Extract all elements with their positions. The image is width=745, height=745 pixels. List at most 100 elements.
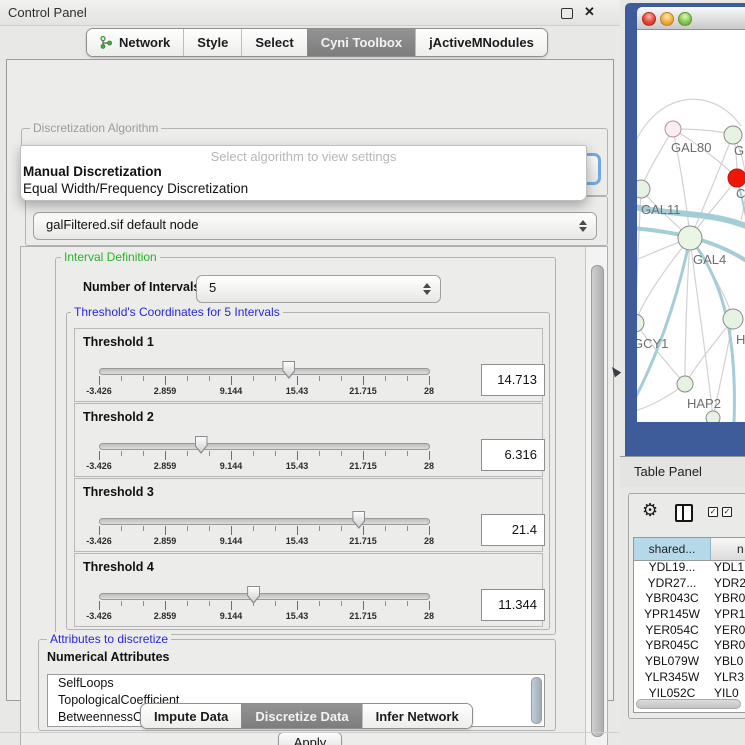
column-header-shared-name[interactable]: shared... [634, 538, 711, 560]
node-gcy1[interactable] [637, 314, 644, 332]
discretization-algorithm-title: Discretization Algorithm [30, 121, 161, 135]
tab-select[interactable]: Select [241, 29, 306, 56]
table-row[interactable]: YER054CYER0 [634, 623, 745, 639]
node[interactable] [706, 411, 720, 422]
divider [0, 732, 620, 733]
cell[interactable]: YDR27... [634, 576, 710, 592]
table-row[interactable]: YBR043CYBR0 [634, 591, 745, 607]
cell[interactable]: YDL1 [714, 560, 745, 576]
threshold-1-panel: Threshold 1 -3.426 2.859 9.144 15.43 21.… [74, 328, 543, 402]
tick-label: 2.859 [154, 461, 177, 471]
horizontal-scrollbar[interactable] [636, 699, 741, 709]
threshold-3-value-field[interactable]: 21.4 [481, 514, 545, 546]
combo-spinner-icon [423, 283, 431, 295]
table-row[interactable]: YLR345WYLR3 [634, 670, 745, 686]
checkbox-icon[interactable]: ✓ [708, 507, 718, 517]
threshold-coordinates-title: Threshold's Coordinates for 5 Intervals [71, 305, 283, 319]
threshold-2-panel: Threshold 2 -3.426 2.859 9.144 15.43 21.… [74, 403, 543, 477]
label-gal11: GAL11 [641, 202, 681, 217]
table-data-combobox[interactable]: galFiltered.sif default node [33, 212, 597, 240]
list-item[interactable]: SelfLoops [48, 675, 544, 692]
cell[interactable]: YPR1 [714, 607, 745, 623]
tab-infer-network[interactable]: Infer Network [362, 704, 472, 728]
tick-label: 21.715 [349, 461, 377, 471]
cell[interactable]: YBR043C [634, 591, 710, 607]
tick-label: 28 [424, 611, 434, 621]
cell[interactable]: YDL19... [634, 560, 710, 576]
cell[interactable]: YLR345W [634, 670, 710, 686]
cell[interactable]: YBL0 [714, 654, 745, 670]
apply-button[interactable]: Apply [278, 732, 342, 745]
zoom-traffic-light-icon[interactable] [678, 12, 692, 26]
network-canvas[interactable]: GAL80 G C GAL11 GAL4 GCY1 H HAP2 [637, 30, 745, 422]
network-window-titlebar[interactable] [637, 7, 745, 30]
threshold-1-slider-track[interactable] [99, 368, 430, 375]
cell[interactable]: YPR145W [634, 607, 710, 623]
attributes-group-title: Attributes to discretize [47, 632, 171, 646]
tab-network[interactable]: Network [87, 29, 183, 56]
vertical-scrollbar[interactable] [585, 247, 607, 745]
scrollbar-thumb[interactable] [591, 265, 604, 737]
checkbox-icon[interactable]: ✓ [722, 507, 732, 517]
threshold-3-panel: Threshold 3 -3.426 2.859 9.144 15.43 21.… [74, 478, 543, 552]
node-selected-red[interactable] [728, 169, 745, 187]
list-scrollbar[interactable] [531, 677, 542, 724]
threshold-1-value-field[interactable]: 14.713 [481, 364, 545, 396]
algorithm-option-equal-width[interactable]: Equal Width/Frequency Discretization [23, 181, 248, 196]
gear-icon[interactable]: ⚙ [642, 500, 658, 521]
minimize-traffic-light-icon[interactable] [660, 12, 674, 26]
algorithm-option-manual[interactable]: Manual Discretization [23, 164, 162, 179]
cell[interactable]: YBL079W [634, 654, 710, 670]
threshold-2-value-field[interactable]: 6.316 [481, 439, 545, 471]
node-gal11[interactable] [637, 180, 650, 198]
threshold-2-slider-track[interactable] [99, 443, 430, 450]
number-of-intervals-combobox[interactable]: 5 [196, 275, 441, 303]
tab-style[interactable]: Style [183, 29, 241, 56]
threshold-4-slider-track[interactable] [99, 593, 430, 600]
tab-discretize-data[interactable]: Discretize Data [241, 704, 361, 728]
cell[interactable]: YER054C [634, 623, 710, 639]
network-graph: GAL80 G C GAL11 GAL4 GCY1 H HAP2 [637, 30, 745, 422]
cell[interactable]: YBR0 [714, 591, 745, 607]
node-gal80[interactable] [665, 121, 681, 137]
node-table: shared... n YDL19...YDL1 YDR27...YDR2 YB… [633, 537, 745, 713]
close-icon[interactable]: ✕ [584, 4, 595, 20]
close-traffic-light-icon[interactable] [642, 12, 656, 26]
table-data-group: Table Data galFiltered.sif default node [25, 196, 608, 246]
label-gcy1: GCY1 [637, 336, 668, 351]
algorithm-prompt: Select algorithm to view settings [21, 149, 586, 164]
control-panel-title: Control Panel [8, 0, 87, 25]
cell[interactable]: YDR2 [714, 576, 745, 592]
node[interactable] [724, 126, 742, 144]
float-window-icon[interactable] [561, 8, 573, 19]
table-row[interactable]: YBL079WYBL0 [634, 654, 745, 670]
network-nodes [637, 121, 745, 422]
tick-label: 2.859 [154, 611, 177, 621]
tick-label: 21.715 [349, 536, 377, 546]
tab-select-label: Select [255, 35, 293, 50]
node-h[interactable] [723, 309, 743, 329]
tab-discretize-data-label: Discretize Data [255, 709, 348, 724]
label-h-cut: H [736, 332, 745, 347]
table-row[interactable]: YPR145WYPR1 [634, 607, 745, 623]
cell[interactable]: YBR045C [634, 638, 710, 654]
table-row[interactable]: YDL19...YDL1 [634, 560, 745, 576]
cell[interactable]: YLR3 [714, 670, 745, 686]
table-panel-titlebar: Table Panel [620, 456, 745, 487]
tab-jactivemnodules[interactable]: jActiveMNodules [415, 29, 547, 56]
table-row[interactable]: YBR045CYBR0 [634, 638, 745, 654]
column-header-name[interactable]: n [711, 538, 745, 560]
threshold-1-label: Threshold 1 [83, 335, 154, 349]
threshold-3-slider-track[interactable] [99, 518, 430, 525]
threshold-4-value-field[interactable]: 11.344 [481, 589, 545, 621]
tick-label: 15.43 [286, 611, 309, 621]
tab-impute-data[interactable]: Impute Data [141, 704, 241, 728]
cell[interactable]: YER0 [714, 623, 745, 639]
node-gal4[interactable] [678, 226, 702, 250]
cell[interactable]: YBR0 [714, 638, 745, 654]
tab-cyni-toolbox[interactable]: Cyni Toolbox [307, 29, 415, 56]
column-layout-icon[interactable] [675, 504, 693, 522]
table-data-value: galFiltered.sif default node [46, 213, 198, 237]
table-row[interactable]: YDR27...YDR2 [634, 576, 745, 592]
node-hap2[interactable] [677, 376, 693, 392]
